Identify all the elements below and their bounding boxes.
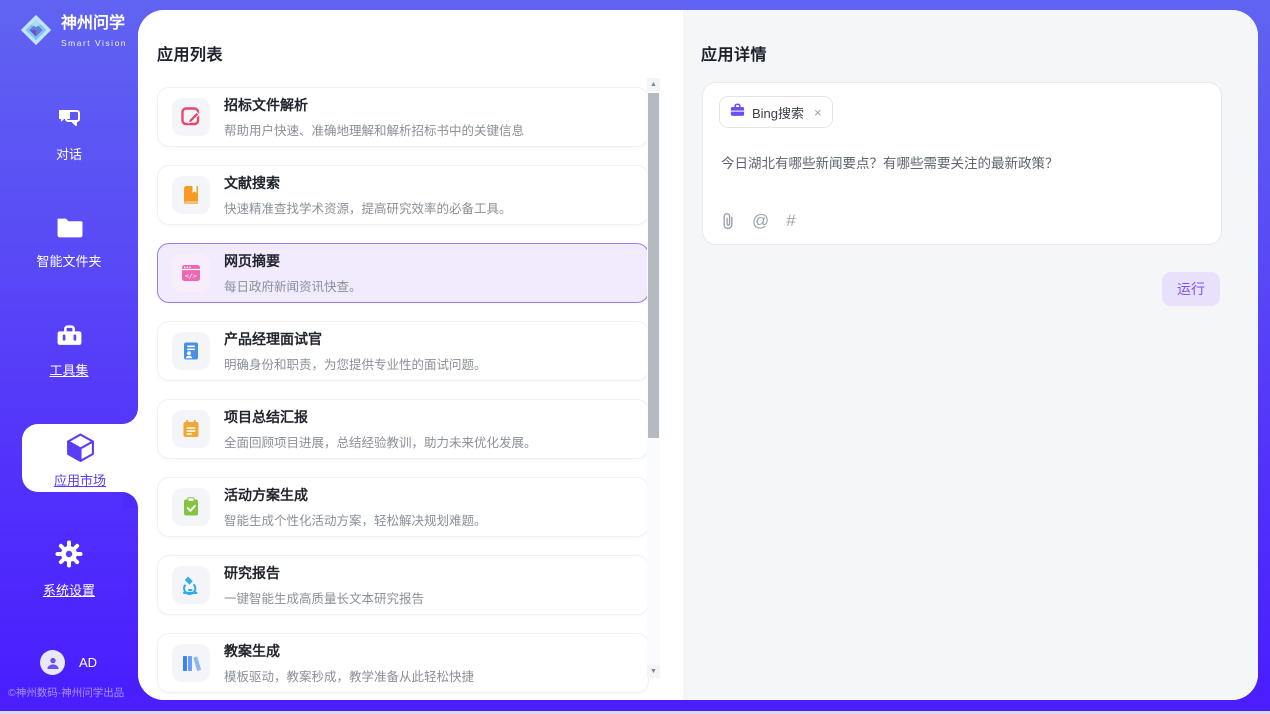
diamond-logo-icon	[18, 12, 54, 53]
app-card[interactable]: 产品经理面试官明确身份和职责，为您提供专业性的面试问题。	[157, 321, 649, 381]
active-tab-curve	[122, 408, 138, 424]
mention-icon[interactable]: @	[752, 211, 769, 231]
query-text-input[interactable]: 今日湖北有哪些新闻要点？有哪些需要关注的最新政策？	[721, 152, 1206, 172]
copyright-text: ©神州数码·神州问学出品	[8, 685, 124, 700]
books-icon	[172, 644, 210, 682]
app-card[interactable]: 教案生成模板驱动，教案秒成，教学准备从此轻松快捷	[157, 633, 649, 693]
user-name: AD	[79, 655, 97, 670]
folder-icon	[56, 226, 83, 243]
active-tab-curve	[122, 492, 138, 508]
gear-icon	[55, 555, 83, 572]
sidebar-item-5[interactable]: 系统设置	[0, 540, 138, 599]
app-card-title: 教案生成	[224, 641, 474, 661]
app-list-scrollbar[interactable]: ▲ ▼	[647, 78, 660, 678]
scroll-up-icon[interactable]: ▲	[647, 78, 660, 91]
app-detail-title: 应用详情	[701, 41, 767, 65]
browser-code-icon: </>	[172, 254, 210, 292]
hash-icon[interactable]: #	[786, 211, 794, 231]
clipboard-check-icon	[172, 488, 210, 526]
app-card-description: 一键智能生成高质量长文本研究报告	[224, 588, 424, 607]
app-card[interactable]: 项目总结汇报全面回顾项目进展，总结经验教训，助力未来优化发展。	[157, 399, 649, 459]
sidebar-item-4[interactable]: 应用市场	[22, 424, 138, 492]
app-card-title: 网页摘要	[224, 251, 362, 271]
run-button[interactable]: 运行	[1162, 272, 1220, 306]
input-toolbar: @ #	[721, 211, 795, 231]
app-card[interactable]: </> 网页摘要每日政府新闻资讯快查。	[157, 243, 649, 303]
app-card-title: 活动方案生成	[224, 485, 487, 505]
app-card-title: 招标文件解析	[224, 95, 524, 115]
app-card-description: 帮助用户快速、准确地理解和解析招标书中的关键信息	[224, 120, 524, 139]
tool-chip-bing-search[interactable]: Bing搜索 ×	[719, 96, 833, 128]
sidebar-item-2[interactable]: 智能文件夹	[0, 216, 138, 270]
chat-icon	[56, 119, 83, 136]
logo-title: 神州问学	[61, 15, 125, 32]
close-icon[interactable]: ×	[814, 106, 822, 119]
app-list-panel: 应用列表 招标文件解析帮助用户快速、准确地理解和解析招标书中的关键信息文献搜索快…	[138, 10, 683, 700]
app-card-description: 明确身份和职责，为您提供专业性的面试问题。	[224, 354, 487, 373]
scrollbar-thumb[interactable]	[648, 93, 659, 438]
app-card[interactable]: 研究报告一键智能生成高质量长文本研究报告	[157, 555, 649, 615]
sidebar-item-1[interactable]: 对话	[0, 106, 138, 163]
app-card-description: 全面回顾项目进展，总结经验教训，助力未来优化发展。	[224, 432, 537, 451]
note-icon	[172, 410, 210, 448]
sidebar-item-label: 智能文件夹	[0, 251, 138, 270]
app-card-title: 研究报告	[224, 563, 424, 583]
tool-chip-label: Bing搜索	[752, 103, 804, 122]
cube-icon	[65, 450, 96, 467]
app-card-title: 项目总结汇报	[224, 407, 537, 427]
app-list: 招标文件解析帮助用户快速、准确地理解和解析招标书中的关键信息文献搜索快速精准查找…	[157, 77, 649, 700]
sidebar: 神州问学 Smart Vision 对话智能文件夹工具集应用市场系统设置 AD …	[0, 0, 138, 714]
user-avatar-icon	[40, 650, 65, 675]
app-list-title: 应用列表	[157, 41, 223, 65]
app-card-title: 文献搜索	[224, 173, 512, 193]
sidebar-item-label: 系统设置	[0, 580, 138, 599]
main-content: 应用列表 招标文件解析帮助用户快速、准确地理解和解析招标书中的关键信息文献搜索快…	[138, 10, 1258, 700]
sidebar-item-label: 工具集	[0, 360, 138, 379]
sidebar-item-label: 对话	[0, 144, 138, 163]
sidebar-item-3[interactable]: 工具集	[0, 323, 138, 379]
app-card[interactable]: 招标文件解析帮助用户快速、准确地理解和解析招标书中的关键信息	[157, 87, 649, 147]
prompt-input-card[interactable]: Bing搜索 × 今日湖北有哪些新闻要点？有哪些需要关注的最新政策？ @ #	[702, 82, 1222, 245]
briefcase-icon	[730, 103, 745, 122]
app-card-description: 每日政府新闻资讯快查。	[224, 276, 362, 295]
book-icon	[172, 176, 210, 214]
microscope-icon	[172, 566, 210, 604]
svg-text:</>: </>	[185, 272, 197, 280]
app-card[interactable]: 活动方案生成智能生成个性化活动方案，轻松解决规划难题。	[157, 477, 649, 537]
toolbox-icon	[55, 335, 84, 352]
attachment-icon[interactable]	[721, 212, 735, 230]
app-card[interactable]: 文献搜索快速精准查找学术资源，提高研究效率的必备工具。	[157, 165, 649, 225]
app-card-description: 模板驱动，教案秒成，教学准备从此轻松快捷	[224, 666, 474, 685]
scroll-down-icon[interactable]: ▼	[647, 665, 660, 678]
app-detail-panel: 应用详情 Bing搜索 × 今日湖北有哪些新闻要点？有哪些需要关注的最新政策？	[683, 10, 1258, 700]
app-card-title: 产品经理面试官	[224, 329, 487, 349]
doc-person-icon	[172, 332, 210, 370]
sidebar-item-label: 应用市场	[22, 470, 138, 489]
app-card-description: 智能生成个性化活动方案，轻松解决规划难题。	[224, 510, 487, 529]
logo-subtitle: Smart Vision	[61, 38, 127, 48]
edit-icon	[172, 98, 210, 136]
app-logo: 神州问学 Smart Vision	[18, 12, 138, 53]
user-profile[interactable]: AD	[40, 650, 97, 675]
app-card-description: 快速精准查找学术资源，提高研究效率的必备工具。	[224, 198, 512, 217]
